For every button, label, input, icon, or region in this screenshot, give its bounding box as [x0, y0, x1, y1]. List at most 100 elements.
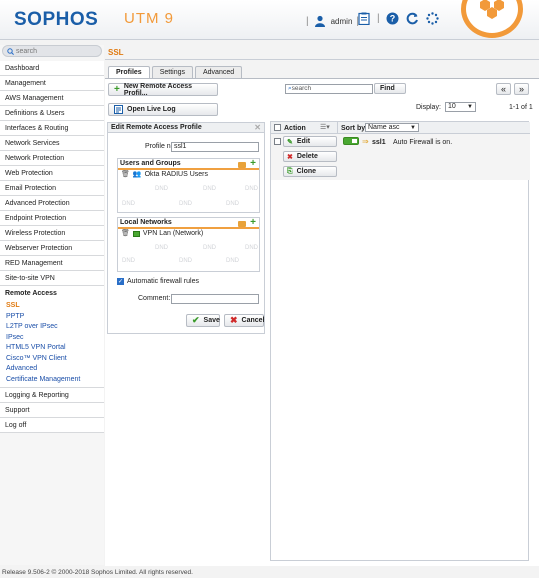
clone-button[interactable]: ⎘ Clone: [283, 166, 337, 177]
edit-panel-header: Edit Remote Access Profile ✕: [108, 123, 264, 133]
sidebar-item-network-protection[interactable]: Network Protection: [0, 151, 104, 166]
sidebar-item-red-management[interactable]: RED Management: [0, 256, 104, 271]
profile-name[interactable]: ssl1: [372, 139, 386, 146]
dnd-placeholder: DND: [122, 258, 135, 264]
save-button[interactable]: ✔ Save: [186, 314, 220, 327]
dnd-placeholder: DND: [226, 258, 239, 264]
profile-name-input[interactable]: ssl1: [171, 142, 259, 152]
cancel-icon: ✖: [230, 315, 238, 325]
users-groups-box[interactable]: Users and Groups + 🗑 👥 Okta RADIUS Users…: [117, 158, 260, 213]
trash-icon[interactable]: 🗑: [121, 229, 130, 239]
sidebar-item-log-off[interactable]: Log off: [0, 418, 104, 433]
edit-button[interactable]: ✎ Edit: [283, 136, 337, 147]
tab-advanced[interactable]: Advanced: [194, 66, 243, 78]
plus-icon: +: [114, 83, 120, 95]
sidebar-item-logging-reporting[interactable]: Logging & Reporting: [0, 388, 104, 403]
local-networks-header: Local Networks +: [118, 218, 259, 229]
auto-firewall-checkbox[interactable]: ✓: [117, 278, 124, 285]
app-header: SOPHOS UTM 9 | admin | | ?: [0, 0, 539, 40]
sort-select[interactable]: Name asc ▼: [365, 123, 419, 132]
box-tools: +: [238, 218, 256, 228]
edit-panel-title: Edit Remote Access Profile: [111, 124, 202, 131]
dnd-placeholder: DND: [245, 186, 258, 192]
sidebar-item-aws-management[interactable]: AWS Management: [0, 91, 104, 106]
list-search-input[interactable]: ⌕search: [285, 84, 373, 94]
sidebar-item-endpoint-protection[interactable]: Endpoint Protection: [0, 211, 104, 226]
dnd-placeholder: DND: [245, 245, 258, 251]
log-icon: [114, 105, 123, 114]
delete-label: Delete: [296, 153, 318, 160]
list-search-placeholder: search: [291, 85, 312, 92]
sidebar-subitem-ipsec[interactable]: IPsec: [0, 332, 104, 343]
help-icon[interactable]: ?: [386, 11, 400, 25]
sidebar-item-network-services[interactable]: Network Services: [0, 136, 104, 151]
trash-icon[interactable]: 🗑: [121, 170, 130, 180]
sidebar-subitem-pptp[interactable]: PPTP: [0, 311, 104, 322]
new-profile-button[interactable]: + New Remote Access Profil...: [108, 83, 218, 97]
cancel-label: Cancel: [241, 317, 265, 324]
add-icon[interactable]: +: [250, 218, 256, 228]
select-all-checkbox[interactable]: [274, 124, 281, 131]
list-header: Action ☰▾ Sort by: Name asc ▼: [271, 122, 530, 134]
activity-spinner-icon: [426, 11, 440, 25]
sidebar-subitem-advanced[interactable]: Advanced: [0, 364, 104, 375]
sidebar-subitem-ssl[interactable]: SSL: [0, 301, 104, 312]
local-networks-item[interactable]: 🗑 VPN Lan (Network): [118, 229, 259, 239]
local-networks-box[interactable]: Local Networks + 🗑 VPN Lan (Network) DND…: [117, 217, 260, 272]
sidebar-item-support[interactable]: Support: [0, 403, 104, 418]
row-checkbox[interactable]: [274, 138, 281, 145]
tab-profiles[interactable]: Profiles: [108, 66, 150, 78]
sidebar-item-wireless-protection[interactable]: Wireless Protection: [0, 226, 104, 241]
sophos-emblem: [461, 0, 523, 38]
users-groups-header: Users and Groups +: [118, 159, 259, 170]
enabled-toggle[interactable]: [343, 137, 359, 145]
add-icon[interactable]: +: [250, 159, 256, 169]
open-live-log-button[interactable]: Open Live Log: [108, 103, 218, 116]
sidebar-item-remote-access[interactable]: Remote Access: [0, 286, 104, 301]
sidebar-item-advanced-protection[interactable]: Advanced Protection: [0, 196, 104, 211]
user-menu[interactable]: | admin |: [306, 14, 359, 28]
divider: [105, 59, 539, 60]
prev-page-button[interactable]: «: [496, 83, 511, 95]
auto-firewall-row[interactable]: ✓ Automatic firewall rules: [117, 278, 199, 285]
folder-icon[interactable]: [238, 221, 247, 227]
edit-profile-panel: Edit Remote Access Profile ✕ Profile nam…: [107, 122, 265, 334]
page-title: SSL: [108, 48, 124, 57]
users-groups-item[interactable]: 🗑 👥 Okta RADIUS Users: [118, 170, 259, 180]
sidebar-item-dashboard[interactable]: Dashboard: [0, 61, 104, 76]
sidebar-subitem-cisco-vpn-client[interactable]: Cisco™ VPN Client: [0, 353, 104, 364]
cancel-button[interactable]: ✖ Cancel: [224, 314, 265, 327]
list-row[interactable]: ✎ Edit ✖ Delete ⎘ Clone ⇒ ssl1 Auto Fire…: [271, 134, 530, 180]
reload-icon[interactable]: [406, 11, 420, 25]
sidebar-item-webserver-protection[interactable]: Webserver Protection: [0, 241, 104, 256]
dnd-placeholder: DND: [203, 186, 216, 192]
sidebar-item-interfaces-routing[interactable]: Interfaces & Routing: [0, 121, 104, 136]
clipboard-icon[interactable]: [357, 11, 371, 25]
delete-button[interactable]: ✖ Delete: [283, 151, 337, 162]
sophos-logo: SOPHOS: [14, 9, 99, 30]
username[interactable]: admin: [331, 17, 353, 26]
folder-icon[interactable]: [238, 162, 247, 168]
sidebar-subitem-certificate-management[interactable]: Certificate Management: [0, 374, 104, 385]
comment-input[interactable]: [171, 294, 259, 304]
column-menu-icon[interactable]: ☰▾: [320, 123, 330, 131]
sidebar-search[interactable]: search: [2, 45, 102, 57]
find-button[interactable]: Find: [374, 83, 406, 94]
sort-value: Name asc: [368, 124, 400, 131]
sidebar-item-definitions-users[interactable]: Definitions & Users: [0, 106, 104, 121]
display-select[interactable]: 10 ▼: [445, 102, 476, 112]
close-icon[interactable]: ✕: [254, 123, 261, 133]
separator: |: [377, 12, 380, 24]
sidebar-item-site-to-site-vpn[interactable]: Site-to-site VPN: [0, 271, 104, 286]
sidebar-subitem-l2tp-over-ipsec[interactable]: L2TP over IPsec: [0, 322, 104, 333]
tab-settings[interactable]: Settings: [151, 66, 193, 78]
sidebar-subitem-html5-vpn-portal[interactable]: HTML5 VPN Portal: [0, 343, 104, 354]
sidebar-item-web-protection[interactable]: Web Protection: [0, 166, 104, 181]
next-page-button[interactable]: »: [514, 83, 529, 95]
sidebar-item-management[interactable]: Management: [0, 76, 104, 91]
local-networks-item-label: VPN Lan (Network): [142, 230, 204, 237]
svg-text:?: ?: [390, 13, 396, 23]
header-toolbar: | ?: [357, 11, 440, 25]
users-groups-item-label: Okta RADIUS Users: [144, 171, 209, 178]
sidebar-item-email-protection[interactable]: Email Protection: [0, 181, 104, 196]
